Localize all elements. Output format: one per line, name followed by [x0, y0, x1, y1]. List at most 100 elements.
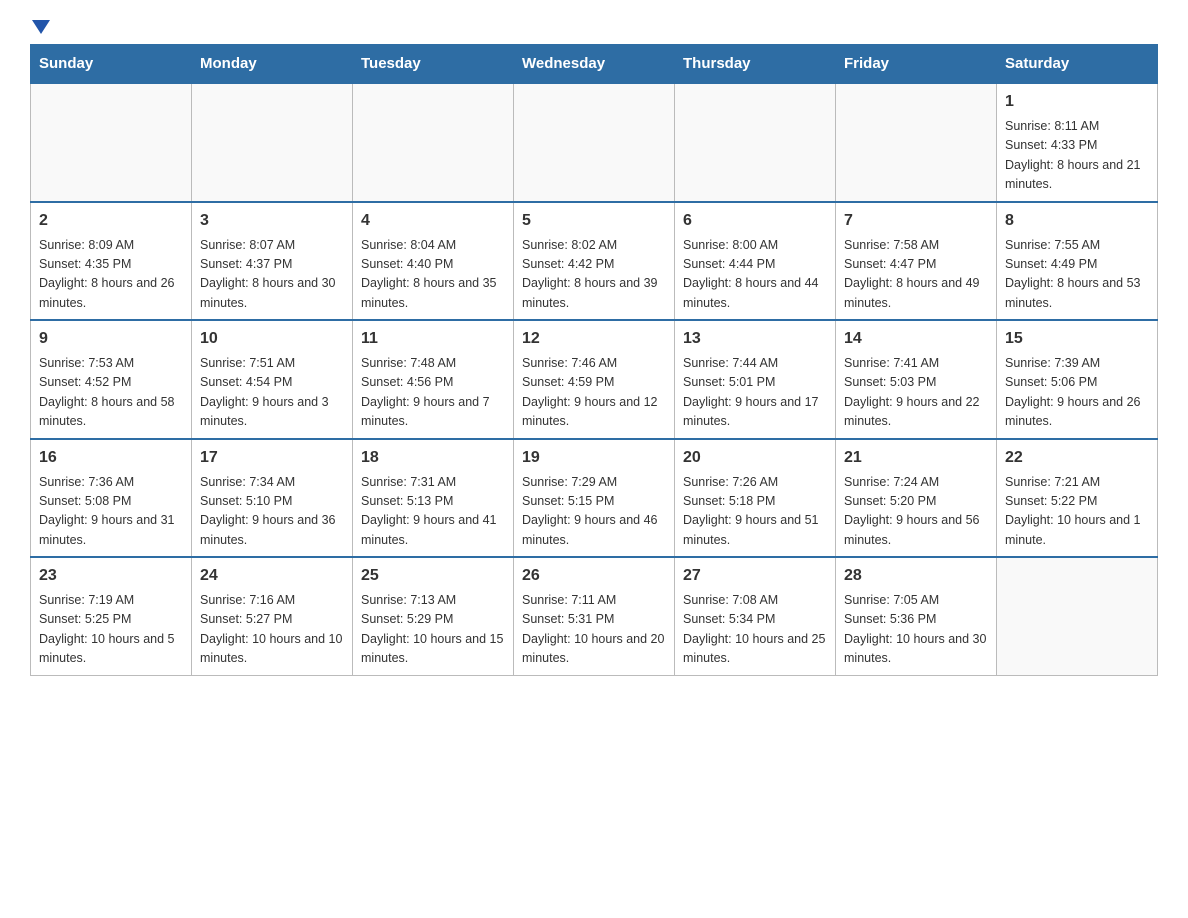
- day-info: Sunrise: 7:08 AMSunset: 5:34 PMDaylight:…: [683, 591, 827, 669]
- day-info: Sunrise: 7:53 AMSunset: 4:52 PMDaylight:…: [39, 354, 183, 432]
- day-number: 27: [683, 564, 827, 588]
- day-info: Sunrise: 8:11 AMSunset: 4:33 PMDaylight:…: [1005, 117, 1149, 195]
- day-number: 20: [683, 446, 827, 470]
- calendar-cell: 17 Sunrise: 7:34 AMSunset: 5:10 PMDayligh…: [192, 439, 353, 558]
- day-info: Sunrise: 7:46 AMSunset: 4:59 PMDaylight:…: [522, 354, 666, 432]
- calendar-cell: 8 Sunrise: 7:55 AMSunset: 4:49 PMDaylight…: [997, 202, 1158, 321]
- day-number: 2: [39, 209, 183, 233]
- calendar-cell: [514, 83, 675, 202]
- calendar-cell: 15 Sunrise: 7:39 AMSunset: 5:06 PMDayligh…: [997, 320, 1158, 439]
- calendar-cell: [353, 83, 514, 202]
- calendar-cell: 7 Sunrise: 7:58 AMSunset: 4:47 PMDaylight…: [836, 202, 997, 321]
- day-info: Sunrise: 7:21 AMSunset: 5:22 PMDaylight:…: [1005, 473, 1149, 551]
- calendar-cell: 22 Sunrise: 7:21 AMSunset: 5:22 PMDayligh…: [997, 439, 1158, 558]
- weekday-header-sunday: Sunday: [31, 45, 192, 84]
- day-info: Sunrise: 8:09 AMSunset: 4:35 PMDaylight:…: [39, 236, 183, 314]
- day-info: Sunrise: 7:05 AMSunset: 5:36 PMDaylight:…: [844, 591, 988, 669]
- day-number: 14: [844, 327, 988, 351]
- day-number: 24: [200, 564, 344, 588]
- calendar-cell: [836, 83, 997, 202]
- day-number: 25: [361, 564, 505, 588]
- calendar-cell: 12 Sunrise: 7:46 AMSunset: 4:59 PMDayligh…: [514, 320, 675, 439]
- calendar-cell: 27 Sunrise: 7:08 AMSunset: 5:34 PMDayligh…: [675, 557, 836, 675]
- calendar-week-row: 9 Sunrise: 7:53 AMSunset: 4:52 PMDaylight…: [31, 320, 1158, 439]
- day-number: 4: [361, 209, 505, 233]
- calendar-cell: 1 Sunrise: 8:11 AMSunset: 4:33 PMDaylight…: [997, 83, 1158, 202]
- calendar-cell: [997, 557, 1158, 675]
- day-number: 22: [1005, 446, 1149, 470]
- calendar-cell: [31, 83, 192, 202]
- logo-triangle-icon: [32, 20, 50, 34]
- day-number: 12: [522, 327, 666, 351]
- calendar-cell: [192, 83, 353, 202]
- calendar-cell: 14 Sunrise: 7:41 AMSunset: 5:03 PMDayligh…: [836, 320, 997, 439]
- calendar-cell: 9 Sunrise: 7:53 AMSunset: 4:52 PMDaylight…: [31, 320, 192, 439]
- day-number: 11: [361, 327, 505, 351]
- day-number: 6: [683, 209, 827, 233]
- logo: [30, 20, 50, 34]
- day-info: Sunrise: 7:26 AMSunset: 5:18 PMDaylight:…: [683, 473, 827, 551]
- day-info: Sunrise: 8:07 AMSunset: 4:37 PMDaylight:…: [200, 236, 344, 314]
- weekday-header-tuesday: Tuesday: [353, 45, 514, 84]
- day-number: 18: [361, 446, 505, 470]
- day-info: Sunrise: 7:39 AMSunset: 5:06 PMDaylight:…: [1005, 354, 1149, 432]
- weekday-header-saturday: Saturday: [997, 45, 1158, 84]
- weekday-header-thursday: Thursday: [675, 45, 836, 84]
- calendar-week-row: 2 Sunrise: 8:09 AMSunset: 4:35 PMDaylight…: [31, 202, 1158, 321]
- calendar-header-row: SundayMondayTuesdayWednesdayThursdayFrid…: [31, 45, 1158, 84]
- calendar-cell: 3 Sunrise: 8:07 AMSunset: 4:37 PMDaylight…: [192, 202, 353, 321]
- day-number: 19: [522, 446, 666, 470]
- calendar-cell: 24Sunrise: 7:16 AMSunset: 5:27 PMDayligh…: [192, 557, 353, 675]
- day-number: 7: [844, 209, 988, 233]
- calendar-cell: 5Sunrise: 8:02 AMSunset: 4:42 PMDaylight…: [514, 202, 675, 321]
- calendar-cell: 21Sunrise: 7:24 AMSunset: 5:20 PMDayligh…: [836, 439, 997, 558]
- calendar-week-row: 23 Sunrise: 7:19 AMSunset: 5:25 PMDayligh…: [31, 557, 1158, 675]
- day-number: 21: [844, 446, 988, 470]
- day-number: 17: [200, 446, 344, 470]
- day-info: Sunrise: 7:41 AMSunset: 5:03 PMDaylight:…: [844, 354, 988, 432]
- calendar-cell: 6Sunrise: 8:00 AMSunset: 4:44 PMDaylight…: [675, 202, 836, 321]
- day-number: 8: [1005, 209, 1149, 233]
- day-number: 16: [39, 446, 183, 470]
- calendar-cell: 26 Sunrise: 7:11 AMSunset: 5:31 PMDayligh…: [514, 557, 675, 675]
- calendar-cell: 19 Sunrise: 7:29 AMSunset: 5:15 PMDayligh…: [514, 439, 675, 558]
- calendar-cell: 4 Sunrise: 8:04 AMSunset: 4:40 PMDaylight…: [353, 202, 514, 321]
- day-number: 10: [200, 327, 344, 351]
- weekday-header-friday: Friday: [836, 45, 997, 84]
- day-info: Sunrise: 7:34 AMSunset: 5:10 PMDaylight:…: [200, 473, 344, 551]
- calendar-cell: 28 Sunrise: 7:05 AMSunset: 5:36 PMDayligh…: [836, 557, 997, 675]
- calendar-cell: 2 Sunrise: 8:09 AMSunset: 4:35 PMDaylight…: [31, 202, 192, 321]
- day-number: 23: [39, 564, 183, 588]
- day-info: Sunrise: 7:58 AMSunset: 4:47 PMDaylight:…: [844, 236, 988, 314]
- weekday-header-monday: Monday: [192, 45, 353, 84]
- day-info: Sunrise: 7:11 AMSunset: 5:31 PMDaylight:…: [522, 591, 666, 669]
- day-info: Sunrise: 7:36 AMSunset: 5:08 PMDaylight:…: [39, 473, 183, 551]
- calendar-week-row: 16 Sunrise: 7:36 AMSunset: 5:08 PMDayligh…: [31, 439, 1158, 558]
- day-number: 9: [39, 327, 183, 351]
- calendar-cell: 11 Sunrise: 7:48 AMSunset: 4:56 PMDayligh…: [353, 320, 514, 439]
- calendar-cell: 16 Sunrise: 7:36 AMSunset: 5:08 PMDayligh…: [31, 439, 192, 558]
- calendar-cell: 23 Sunrise: 7:19 AMSunset: 5:25 PMDayligh…: [31, 557, 192, 675]
- day-number: 1: [1005, 90, 1149, 114]
- day-number: 15: [1005, 327, 1149, 351]
- day-info: Sunrise: 7:19 AMSunset: 5:25 PMDaylight:…: [39, 591, 183, 669]
- calendar-cell: 25Sunrise: 7:13 AMSunset: 5:29 PMDayligh…: [353, 557, 514, 675]
- day-info: Sunrise: 8:04 AMSunset: 4:40 PMDaylight:…: [361, 236, 505, 314]
- calendar-cell: 20 Sunrise: 7:26 AMSunset: 5:18 PMDayligh…: [675, 439, 836, 558]
- day-info: Sunrise: 7:51 AMSunset: 4:54 PMDaylight:…: [200, 354, 344, 432]
- calendar-table: SundayMondayTuesdayWednesdayThursdayFrid…: [30, 44, 1158, 676]
- day-info: Sunrise: 7:29 AMSunset: 5:15 PMDaylight:…: [522, 473, 666, 551]
- day-number: 13: [683, 327, 827, 351]
- day-info: Sunrise: 7:48 AMSunset: 4:56 PMDaylight:…: [361, 354, 505, 432]
- day-info: Sunrise: 7:44 AMSunset: 5:01 PMDaylight:…: [683, 354, 827, 432]
- day-number: 28: [844, 564, 988, 588]
- day-info: Sunrise: 8:02 AMSunset: 4:42 PMDaylight:…: [522, 236, 666, 314]
- day-info: Sunrise: 7:55 AMSunset: 4:49 PMDaylight:…: [1005, 236, 1149, 314]
- calendar-cell: 13 Sunrise: 7:44 AMSunset: 5:01 PMDayligh…: [675, 320, 836, 439]
- calendar-cell: 10 Sunrise: 7:51 AMSunset: 4:54 PMDayligh…: [192, 320, 353, 439]
- day-info: Sunrise: 7:31 AMSunset: 5:13 PMDaylight:…: [361, 473, 505, 551]
- day-number: 26: [522, 564, 666, 588]
- day-number: 3: [200, 209, 344, 233]
- calendar-cell: 18 Sunrise: 7:31 AMSunset: 5:13 PMDayligh…: [353, 439, 514, 558]
- weekday-header-wednesday: Wednesday: [514, 45, 675, 84]
